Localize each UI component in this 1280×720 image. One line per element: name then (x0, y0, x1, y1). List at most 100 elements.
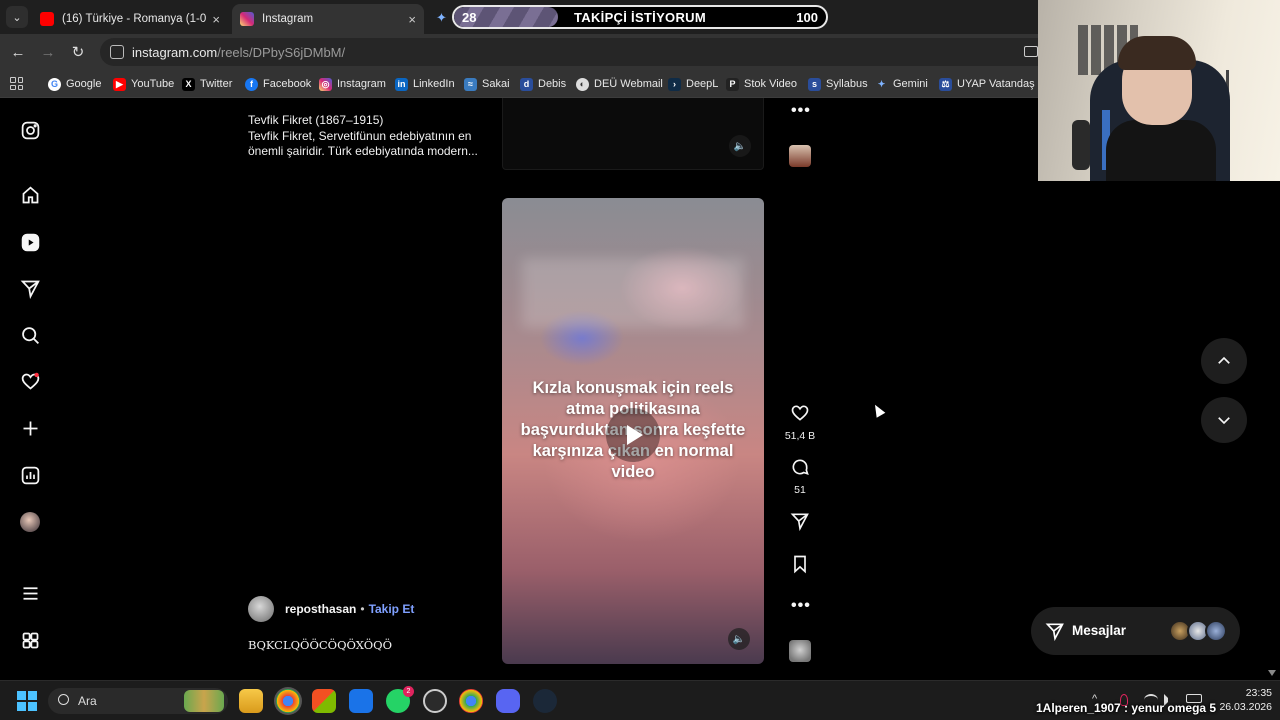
bookmark-twitter[interactable]: X Twitter (182, 76, 232, 92)
post-author: reposthasan • Takip Et (248, 596, 414, 622)
home-icon[interactable] (19, 184, 41, 206)
also-from-meta-icon[interactable] (19, 629, 41, 651)
previous-more-options-icon[interactable]: ••• (791, 102, 811, 120)
current-reel-video[interactable]: Kızla konuşmak için reels atma politikas… (502, 198, 764, 664)
instagram-sidebar (0, 98, 60, 680)
previous-caption-line1: Tevfik Fikret (1867–1915) (248, 113, 384, 127)
follow-goal-target: 100 (796, 10, 818, 25)
webcam-overlay (1038, 0, 1280, 181)
comment-icon (792, 459, 809, 475)
follow-goal-label: TAKİPÇİ İSTİYORUM (574, 10, 706, 25)
apps-grid-icon[interactable] (10, 77, 23, 90)
whatsapp-icon[interactable]: 2 (386, 686, 414, 713)
address-input[interactable]: instagram.com/reels/DPbyS6jDMbM/ (100, 38, 1060, 66)
previous-post-caption: Tevfik Fikret (1867–1915) Tevfik Fikret,… (248, 113, 488, 160)
message-avatars (1169, 620, 1227, 642)
bookmark-deepl[interactable]: › DeepL (668, 76, 718, 92)
bookmark-sakai[interactable]: ≈ Sakai (464, 76, 510, 92)
bookmark-gemini[interactable]: ✦ Gemini (875, 76, 928, 92)
file-explorer-icon[interactable] (239, 689, 263, 713)
play-icon[interactable] (606, 408, 660, 462)
reels-feed: Tevfik Fikret (1867–1915) Tevfik Fikret,… (60, 98, 1038, 680)
app-icon[interactable] (423, 689, 447, 713)
chevron-up-icon (1218, 356, 1230, 364)
syllabus-icon: s (808, 77, 821, 91)
more-options-icon[interactable]: ••• (791, 597, 811, 615)
bookmark-stok-video[interactable]: P Stok Video (726, 76, 797, 92)
forward-button[interactable]: → (39, 43, 57, 61)
share-button[interactable] (782, 511, 818, 536)
volume-icon[interactable]: 🔈 (729, 135, 751, 157)
search-highlight-image (184, 690, 224, 712)
bookmark-icon (794, 555, 806, 574)
messages-label: Mesajlar (1072, 623, 1127, 638)
follow-goal-bar: 28 TAKİPÇİ İSTİYORUM 100 (452, 5, 828, 29)
author-username[interactable]: reposthasan (285, 602, 356, 616)
youtube-favicon-icon (40, 12, 54, 26)
install-app-icon[interactable] (1024, 46, 1038, 57)
reels-icon[interactable] (19, 231, 41, 253)
search-icon (58, 694, 69, 705)
bookmark-syllabus[interactable]: s Syllabus (808, 76, 868, 92)
tab-close-button[interactable]: × (408, 12, 416, 27)
discord-icon[interactable] (496, 689, 520, 713)
follow-button[interactable]: Takip Et (369, 602, 415, 616)
stok-video-icon: P (726, 77, 739, 91)
dashboard-icon[interactable] (19, 464, 41, 486)
tab-instagram[interactable]: Instagram × (232, 4, 424, 34)
bookmark-uyap[interactable]: ⚖ UYAP Vatandaş (939, 76, 1035, 92)
tab-title: Instagram (262, 13, 314, 25)
comment-button[interactable]: 51 (782, 457, 818, 496)
next-reel-button[interactable] (1201, 397, 1247, 443)
author-avatar[interactable] (248, 596, 274, 622)
bookmark-instagram[interactable]: ◎ Instagram (319, 76, 386, 92)
previous-reel-video[interactable]: 🔈 (502, 98, 764, 170)
avatar (1205, 620, 1227, 642)
windows-start-icon[interactable] (17, 691, 37, 711)
bookmark-google[interactable]: G Google (48, 76, 101, 92)
profile-avatar[interactable] (19, 511, 41, 533)
notifications-icon[interactable] (19, 370, 41, 392)
whatsapp-badge: 2 (403, 686, 414, 697)
like-button[interactable]: 51,4 B (782, 403, 818, 442)
heart-icon (791, 405, 809, 421)
more-menu-icon[interactable] (19, 582, 41, 604)
bookmark-deu-webmail[interactable]: ◐ DEÜ Webmail (576, 76, 663, 92)
tab-close-button[interactable]: × (212, 12, 220, 27)
bookmark-facebook[interactable]: f Facebook (245, 76, 311, 92)
create-icon[interactable] (19, 417, 41, 439)
site-info-icon[interactable] (110, 45, 124, 59)
facebook-icon: f (245, 77, 258, 91)
volume-icon[interactable]: 🔈 (728, 628, 750, 650)
chrome-icon[interactable] (276, 689, 300, 713)
deepl-icon: › (668, 77, 681, 91)
google-icon: G (48, 77, 61, 91)
bookmark-youtube[interactable]: ▶ YouTube (113, 76, 174, 92)
reload-button[interactable]: ↻ (69, 43, 87, 61)
search-icon[interactable] (19, 324, 41, 346)
clock-date: 26.03.2026 (1219, 701, 1272, 713)
messages-button[interactable]: Mesajlar (1031, 607, 1240, 655)
messages-icon[interactable] (19, 277, 41, 299)
steam-icon[interactable] (533, 689, 557, 713)
back-button[interactable]: ← (9, 43, 27, 61)
bookmark-debis[interactable]: d Debis (520, 76, 566, 92)
scroll-down-arrow-icon[interactable] (1268, 670, 1276, 676)
author-separator: • (360, 602, 365, 616)
gemini-tab-icon[interactable]: ✦ (436, 10, 447, 26)
tab-youtube[interactable]: (16) Türkiye - Romanya (1-0) M × (32, 4, 228, 34)
save-button[interactable] (782, 554, 818, 579)
previous-reel-button[interactable] (1201, 338, 1247, 384)
system-clock[interactable]: 23:35 26.03.2026 (1212, 686, 1272, 714)
instagram-logo-icon[interactable] (19, 119, 41, 141)
mail-icon[interactable] (349, 689, 373, 713)
tab-search-button[interactable]: ⌄ (6, 6, 28, 28)
share-icon (790, 513, 809, 532)
microsoft-store-icon[interactable] (312, 689, 336, 713)
bookmark-linkedin[interactable]: in LinkedIn (395, 76, 455, 92)
previous-audio-thumbnail[interactable] (789, 145, 811, 167)
previous-caption-line2: Tevfik Fikret, Servetifünun edebiyatının… (248, 128, 478, 159)
chrome-profile-icon[interactable] (459, 689, 483, 713)
audio-thumbnail[interactable] (789, 640, 811, 662)
taskbar-search-input[interactable]: Ara (48, 688, 228, 714)
